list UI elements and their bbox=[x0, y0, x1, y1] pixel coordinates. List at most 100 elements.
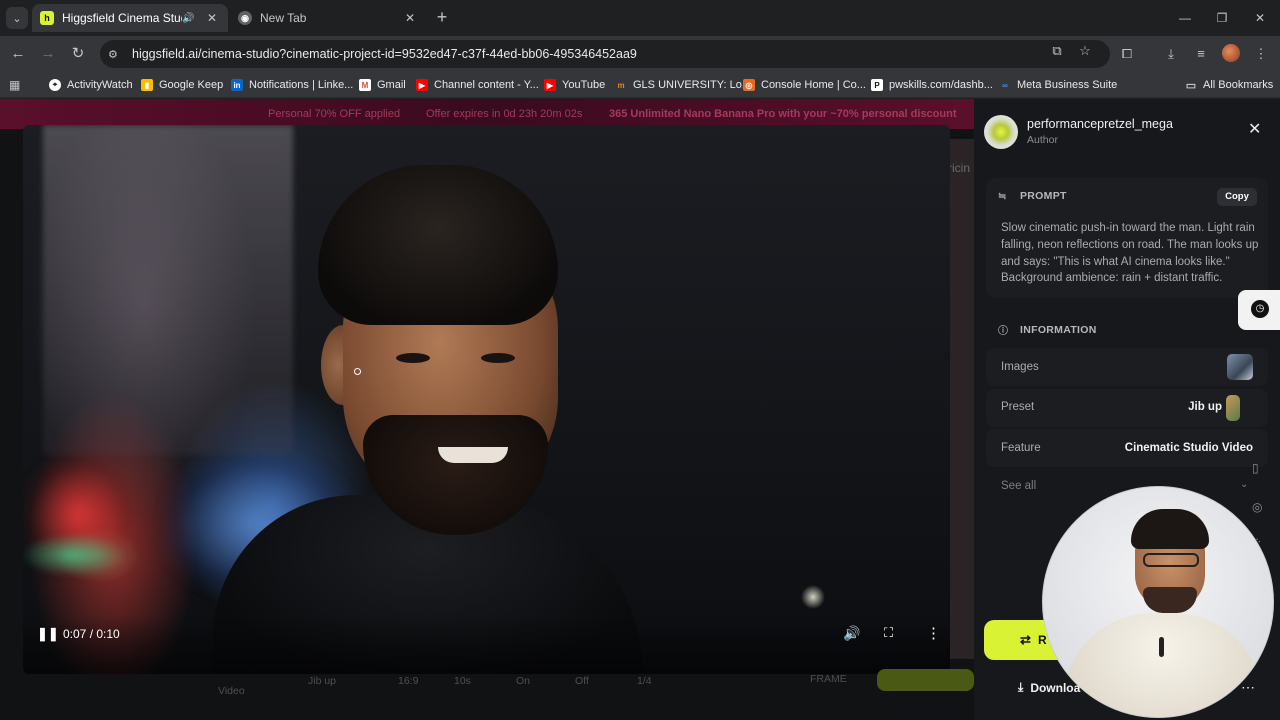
speaker-icon[interactable]: 🔊 bbox=[182, 13, 198, 24]
address-bar[interactable]: ⚙ higgsfield.ai/cinema-studio?cinematic-… bbox=[100, 40, 1110, 68]
background-page-strip bbox=[950, 139, 974, 659]
webcam-overlay bbox=[1042, 486, 1274, 718]
composer-preset[interactable]: Jib up bbox=[308, 675, 336, 687]
forward-arrow-icon[interactable]: → bbox=[37, 43, 59, 65]
composer-count[interactable]: 1/4 bbox=[637, 675, 652, 687]
video-controls bbox=[23, 614, 950, 674]
chevron-down-icon: ⌄ bbox=[12, 12, 22, 25]
new-tab-button[interactable]: + bbox=[432, 8, 452, 28]
prompt-icon: ≒ bbox=[998, 190, 1007, 202]
video-more-icon[interactable]: ⋮ bbox=[926, 624, 941, 642]
bookmark-youtube[interactable]: ▶ YouTube bbox=[544, 77, 605, 93]
promo-discount: Personal 70% OFF applied bbox=[268, 108, 401, 120]
video-time: 0:07 / 0:10 bbox=[63, 627, 120, 641]
chrome-favicon-icon: ◉ bbox=[238, 11, 252, 25]
video-player[interactable]: ❚❚ 0:07 / 0:10 🔊 ⛶ ⋮ bbox=[23, 125, 950, 674]
higgsfield-favicon-icon: h bbox=[40, 11, 54, 25]
pause-icon[interactable]: ❚❚ bbox=[37, 626, 59, 642]
composer-bar: Video Jib up 16:9 10s On Off 1/4 FRAME bbox=[200, 669, 974, 720]
author-role: Author bbox=[1027, 134, 1058, 146]
folder-icon: ▭ bbox=[1185, 79, 1197, 92]
restore-icon[interactable]: ❐ bbox=[1212, 8, 1232, 28]
info-value-preset: Jib up bbox=[1188, 401, 1222, 413]
information-heading: ⓘ INFORMATION bbox=[998, 323, 1097, 338]
download-icon[interactable]: ⤓ bbox=[1160, 43, 1182, 65]
close-window-icon[interactable]: ✕ bbox=[1250, 8, 1270, 28]
composer-sound[interactable]: On bbox=[516, 675, 530, 687]
bookmarks-bar: ▦ ⌖ ActivityWatch ▮ Google Keep in Notifica… bbox=[0, 72, 1280, 98]
tab-title: Higgsfield Cinema Studio | bbox=[62, 11, 182, 25]
bookmark-activitywatch[interactable]: ⌖ ActivityWatch bbox=[49, 77, 133, 93]
apps-grid-icon[interactable]: ▦ bbox=[9, 77, 20, 93]
promo-offer: 365 Unlimited Nano Banana Pro with your … bbox=[609, 108, 957, 120]
composer-frame[interactable]: FRAME bbox=[810, 673, 847, 685]
keep-icon: ▮ bbox=[141, 79, 153, 91]
url-text: higgsfield.ai/cinema-studio?cinematic-pr… bbox=[132, 47, 637, 61]
prompt-heading: ≒ PROMPT bbox=[998, 190, 1067, 202]
book-icon[interactable]: ▯ bbox=[1252, 461, 1259, 475]
site-info-icon[interactable]: ⚙ bbox=[108, 48, 124, 61]
info-value-feature: Cinematic Studio Video bbox=[1124, 442, 1253, 454]
see-all-link[interactable]: See all bbox=[1001, 480, 1036, 492]
moodle-icon: m bbox=[617, 80, 625, 90]
close-icon[interactable]: ✕ bbox=[1248, 119, 1261, 139]
preset-thumbnail bbox=[1226, 395, 1240, 421]
bookmark-star-icon[interactable]: ☆ bbox=[1076, 42, 1094, 60]
floating-dock-button[interactable]: ◷ bbox=[1238, 290, 1280, 330]
profile-avatar[interactable] bbox=[1222, 44, 1240, 62]
cast-icon[interactable]: ⧉ bbox=[1048, 42, 1066, 60]
clock-icon: ◷ bbox=[1251, 300, 1269, 318]
bookmark-gls-university[interactable]: m GLS UNIVERSITY: Lo... bbox=[615, 77, 751, 93]
chevron-down-icon[interactable]: ⌄ bbox=[1240, 479, 1248, 490]
minimize-icon[interactable]: — bbox=[1175, 8, 1195, 28]
linkedin-icon: in bbox=[231, 79, 243, 91]
close-tab-icon[interactable]: ✕ bbox=[402, 11, 418, 25]
tab-higgsfield[interactable]: h Higgsfield Cinema Studio | 🔊 ✕ bbox=[32, 4, 228, 32]
author-avatar[interactable] bbox=[984, 115, 1018, 149]
composer-other[interactable]: Off bbox=[575, 675, 589, 687]
swap-icon: ⇄ bbox=[1020, 632, 1031, 647]
tab-strip: ⌄ h Higgsfield Cinema Studio | 🔊 ✕ ◉ New… bbox=[0, 0, 1280, 36]
reference-image-thumbnail[interactable] bbox=[1227, 354, 1253, 380]
download-icon: ⤓ bbox=[1018, 680, 1024, 694]
broadcast-icon[interactable]: ◎ bbox=[1252, 500, 1262, 514]
youtube-icon: ▶ bbox=[544, 79, 556, 91]
prompt-text: Slow cinematic push-in toward the man. L… bbox=[1001, 222, 1259, 285]
menu-kebab-icon[interactable]: ⋮ bbox=[1250, 43, 1272, 65]
activitywatch-icon: ⌖ bbox=[49, 79, 61, 91]
meta-icon: ∞ bbox=[1002, 80, 1008, 90]
tab-search-button[interactable]: ⌄ bbox=[6, 7, 28, 29]
bookmark-meta-business[interactable]: ∞ Meta Business Suite bbox=[999, 77, 1117, 93]
aws-icon: ◎ bbox=[743, 79, 755, 91]
back-arrow-icon[interactable]: ← bbox=[7, 43, 29, 65]
all-bookmarks[interactable]: ▭ All Bookmarks bbox=[1185, 77, 1274, 93]
tab-title: New Tab bbox=[260, 11, 307, 25]
promo-timer: Offer expires in 0d 23h 20m 02s bbox=[426, 108, 583, 120]
bookmark-channel-content[interactable]: ▶ Channel content - Y... bbox=[416, 77, 539, 93]
close-tab-icon[interactable]: ✕ bbox=[204, 11, 220, 25]
browser-toolbar: ← → ↻ ⚙ higgsfield.ai/cinema-studio?cine… bbox=[0, 36, 1280, 72]
bookmark-console-home[interactable]: ◎ Console Home | Co... bbox=[743, 77, 866, 93]
info-icon: ⓘ bbox=[998, 326, 1009, 337]
info-label-preset: Preset bbox=[1001, 401, 1035, 413]
generate-button[interactable] bbox=[877, 669, 974, 691]
info-label-feature: Feature bbox=[1001, 442, 1041, 454]
bookmark-pwskills[interactable]: Ppwskills.com/dashb... bbox=[871, 77, 993, 93]
tab-new-tab[interactable]: ◉ New Tab ✕ bbox=[230, 4, 426, 32]
bookmark-google-keep[interactable]: ▮ Google Keep bbox=[141, 77, 223, 93]
extensions-icon[interactable]: ⧠ bbox=[1116, 43, 1138, 65]
fullscreen-icon[interactable]: ⛶ bbox=[884, 625, 893, 641]
composer-aspect[interactable]: 16:9 bbox=[398, 675, 418, 687]
volume-icon[interactable]: 🔊 bbox=[843, 625, 860, 642]
composer-duration[interactable]: 10s bbox=[454, 675, 471, 687]
reload-icon[interactable]: ↻ bbox=[67, 43, 89, 65]
neon-sign-green bbox=[23, 535, 123, 575]
bookmark-gmail[interactable]: M Gmail bbox=[359, 77, 406, 93]
gmail-icon: M bbox=[359, 79, 371, 91]
media-controls-icon[interactable]: ≡ bbox=[1190, 43, 1212, 65]
composer-video[interactable]: Video bbox=[218, 685, 245, 697]
youtube-icon: ▶ bbox=[416, 79, 428, 91]
copy-button[interactable]: Copy bbox=[1217, 188, 1257, 206]
bookmark-linkedin[interactable]: in Notifications | Linke... bbox=[231, 77, 353, 93]
author-name[interactable]: performancepretzel_mega bbox=[1027, 117, 1173, 131]
